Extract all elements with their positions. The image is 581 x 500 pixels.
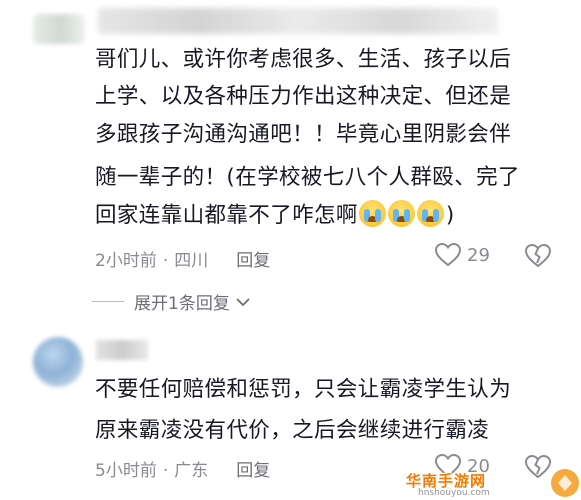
broken-heart-icon <box>525 244 551 268</box>
comment-text-line: 哥们儿、或许你考虑很多、生活、孩子以后 <box>95 47 512 72</box>
comment-thread: 哥们儿、或许你考虑很多、生活、孩子以后 上学、以及各种压力作出这种决定、但还是 … <box>0 0 581 500</box>
location: 四川 <box>174 251 209 271</box>
divider-line <box>92 301 124 302</box>
closing-paren: ) <box>445 203 455 228</box>
comment-text-line-with-emoji: 回家连靠山都靠不了咋怎啊) <box>95 199 455 233</box>
emoji-group <box>358 199 446 233</box>
heart-icon <box>435 243 461 267</box>
expand-replies-label: 展开1条回复 <box>134 294 230 314</box>
comment-text-line: 不要任何赔偿和惩罚，只会让霸凌学生认为 <box>95 377 512 402</box>
watermark-subtitle: hnshouyou.com <box>418 488 490 498</box>
location: 广东 <box>174 461 209 481</box>
meta-separator: · <box>162 461 169 481</box>
timestamp: 5小时前 <box>95 461 157 481</box>
chevron-down-icon <box>236 297 250 306</box>
comment-text-fragment: 回家连靠山都靠不了咋怎啊 <box>95 203 358 228</box>
timestamp: 2小时前 <box>95 251 157 271</box>
comment-text-line: 随一辈子的！(在学校被七八个人群殴、完了 <box>95 165 520 190</box>
like-button[interactable]: 29 <box>435 243 490 267</box>
loudly-crying-face-icon <box>358 200 386 227</box>
loudly-crying-face-icon <box>387 200 415 227</box>
comment-text-line: 上学、以及各种压力作出这种决定、但还是 <box>95 84 512 109</box>
avatar[interactable] <box>33 337 83 387</box>
expand-replies-button[interactable]: 展开1条回复 <box>92 289 250 314</box>
meta-separator: · <box>162 251 169 271</box>
comment-text-line: 原来霸凌没有代价，之后会继续进行霸凌 <box>95 418 490 443</box>
dislike-button[interactable] <box>525 244 551 268</box>
blurred-username[interactable] <box>96 340 148 360</box>
loudly-crying-face-icon <box>416 200 444 227</box>
reply-button[interactable]: 回复 <box>236 461 270 481</box>
comment-meta: 2小时前 · 四川 回复 <box>95 246 270 271</box>
comment-text-line: 多跟孩子沟通沟通吧！！毕竟心里阴影会伴 <box>95 122 512 147</box>
comment-meta: 5小时前 · 广东 回复 <box>95 456 270 481</box>
avatar[interactable] <box>33 14 85 44</box>
like-count: 29 <box>467 244 490 266</box>
blurred-username[interactable] <box>98 8 498 34</box>
watermark-logo <box>551 469 579 497</box>
reply-button[interactable]: 回复 <box>236 251 270 271</box>
